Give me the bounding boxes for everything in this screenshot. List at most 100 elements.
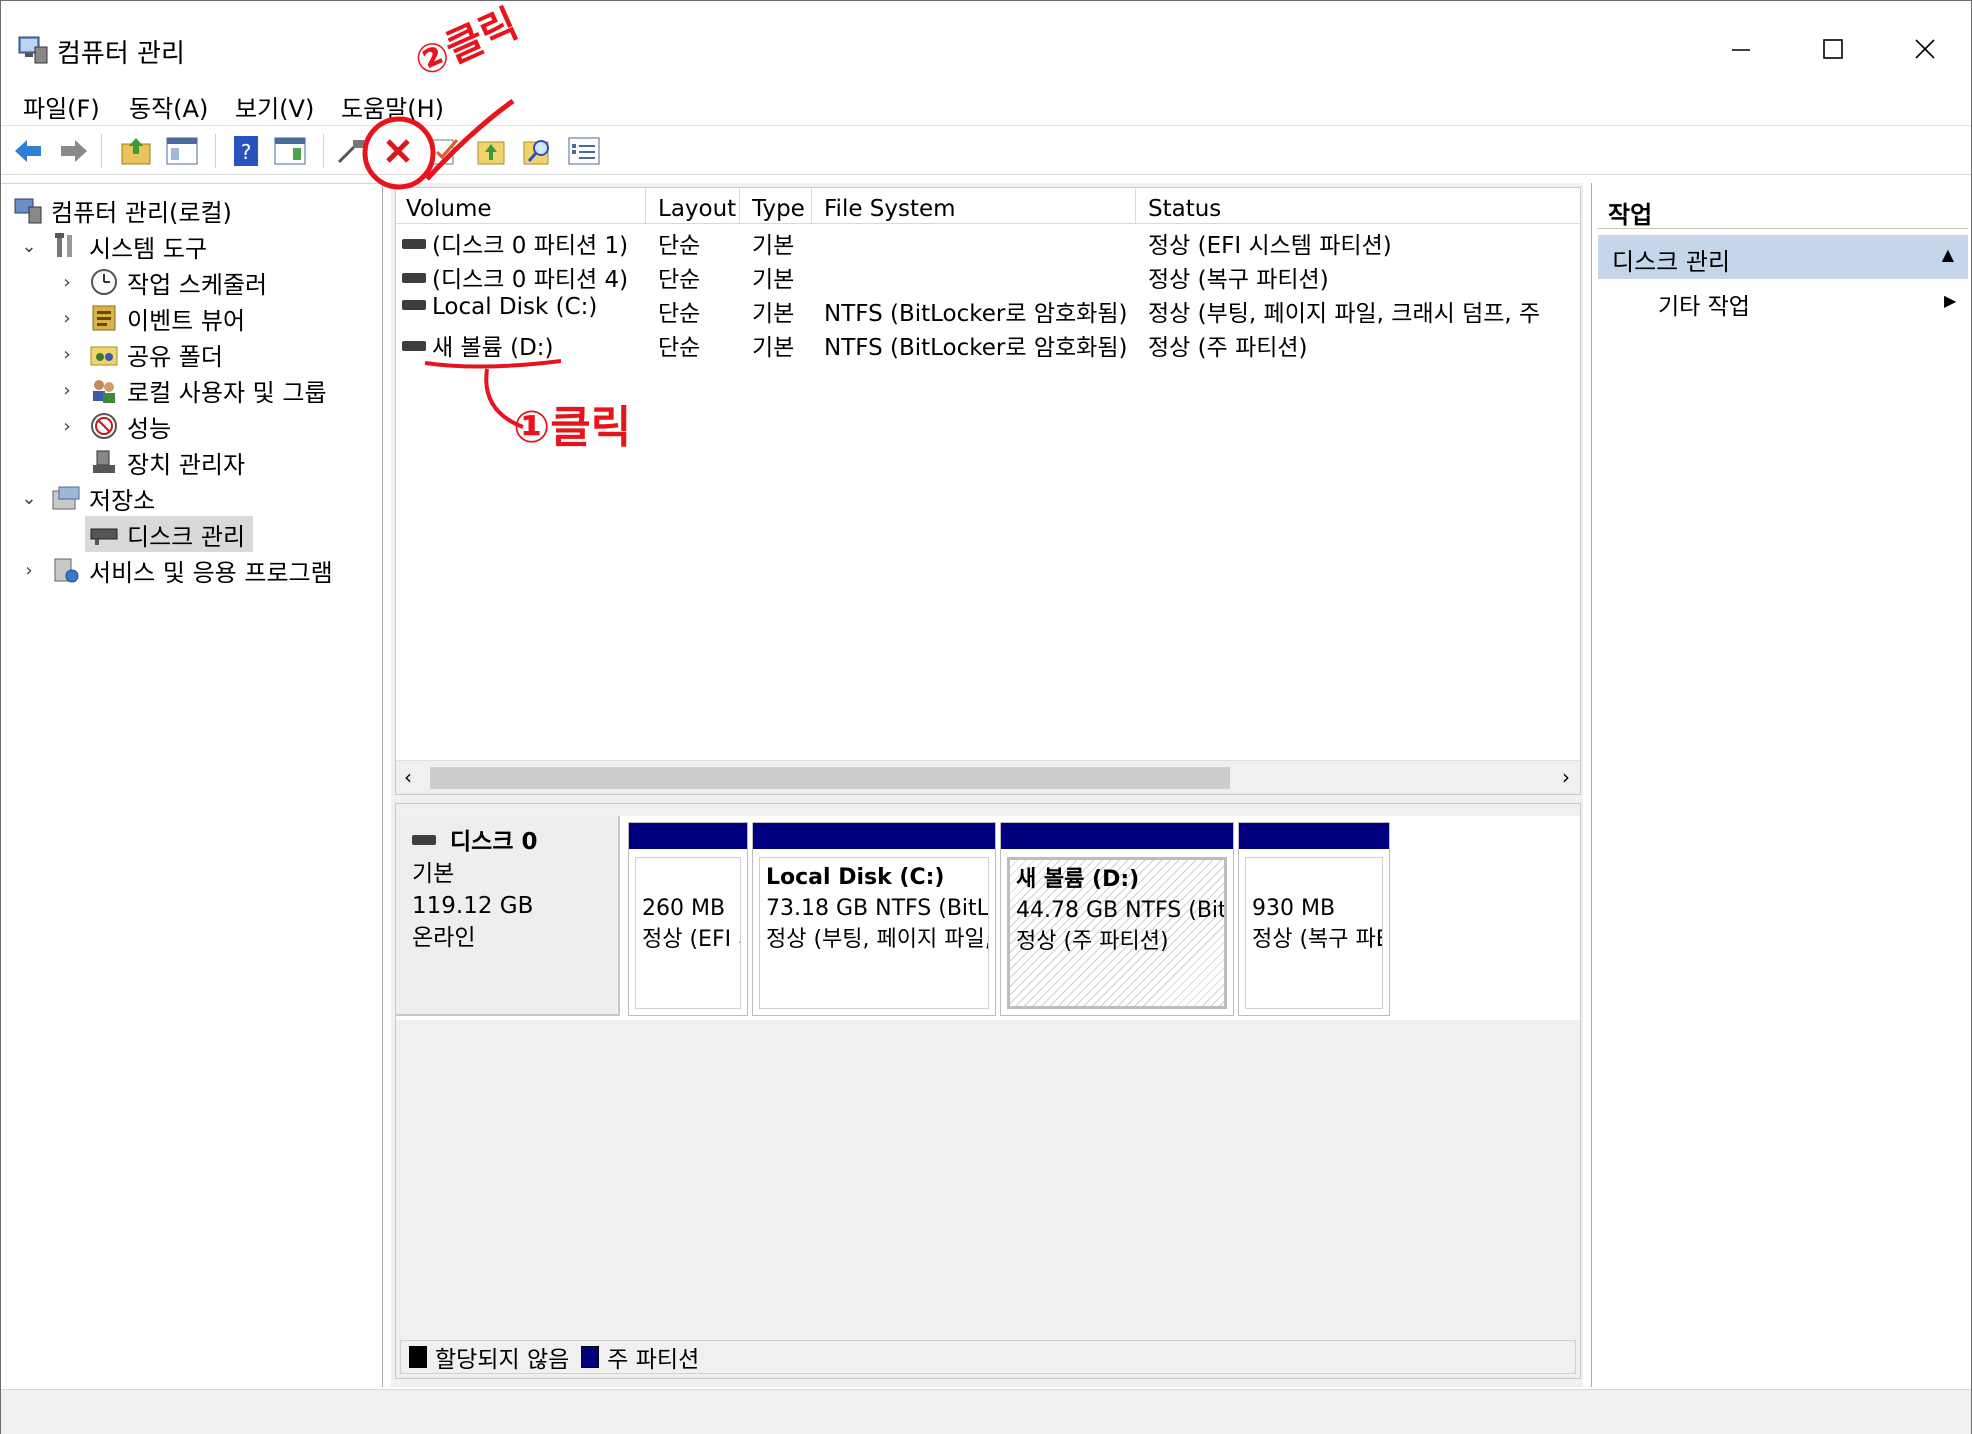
tree-node-shared-folders[interactable]: 공유 폴더 (89, 336, 223, 372)
menu-file[interactable]: 파일(F) (19, 87, 104, 126)
drive-icon (402, 238, 426, 249)
expand-chevron-icon[interactable]: › (57, 344, 77, 365)
tree-label-system-tools: 시스템 도구 (89, 234, 208, 263)
search-icon[interactable] (521, 134, 555, 168)
properties-icon[interactable] (427, 134, 461, 168)
partition-color-bar (1239, 823, 1389, 849)
back-arrow-icon[interactable] (11, 134, 45, 168)
expand-chevron-icon[interactable]: › (57, 380, 77, 401)
column-header-layout[interactable]: Layout (648, 188, 740, 224)
volume-list: Volume Layout Type File System Status (디… (395, 187, 1581, 795)
title-bar: 컴퓨터 관리 (1, 19, 1971, 79)
tree-label-shared-folders: 공유 폴더 (127, 342, 223, 371)
volume-row-selected[interactable]: 새 볼륨 (D:) 단순 기본 NTFS (BitLocker로 암호화됨) 정… (396, 326, 1580, 361)
tree-node-root[interactable]: 컴퓨터 관리(로컬) (13, 192, 232, 228)
maximize-button[interactable] (1787, 19, 1879, 79)
partition-status: 정상 (복구 파E (1252, 927, 1383, 952)
forward-arrow-icon[interactable] (57, 134, 91, 168)
collapse-up-icon[interactable]: ▲ (1942, 245, 1954, 264)
disk-state: 온라인 (412, 925, 476, 951)
storage-icon (52, 486, 80, 510)
help-icon[interactable]: ? (229, 134, 263, 168)
action-pane-title: 작업 (1598, 189, 1968, 229)
tree-node-system-tools[interactable]: 시스템 도구 (51, 228, 207, 264)
tree-label-disk-management: 디스크 관리 (127, 522, 246, 551)
column-header-status[interactable]: Status (1138, 188, 1582, 224)
action-group-disk-management[interactable]: 디스크 관리 ▲ (1598, 235, 1968, 279)
volume-row[interactable]: (디스크 0 파티션 1) 단순 기본 정상 (EFI 시스템 파티션) (396, 224, 1580, 259)
close-button[interactable] (1879, 19, 1971, 79)
action-group-label: 디스크 관리 (1612, 248, 1731, 276)
partition-title (1252, 862, 1376, 893)
computer-management-icon (18, 36, 48, 64)
partition-title: Local Disk (C:) (766, 865, 945, 890)
partition-status: 정상 (부팅, 페이지 파일, 크 (766, 927, 989, 952)
expand-chevron-icon[interactable]: › (57, 416, 77, 437)
connect-icon[interactable] (335, 134, 369, 168)
legend: 할당되지 않음 주 파티션 (400, 1340, 1576, 1374)
users-icon (93, 380, 115, 403)
volume-row[interactable]: Local Disk (C:) 단순 기본 NTFS (BitLocker로 암… (396, 292, 1580, 327)
partition-size: 73.18 GB NTFS (BitLocker로 (766, 896, 989, 921)
volume-status: 정상 (복구 파티션) (1148, 267, 1329, 293)
tree-node-storage[interactable]: 저장소 (51, 480, 155, 516)
minimize-button[interactable] (1695, 19, 1787, 79)
column-header-type[interactable]: Type (742, 188, 812, 224)
tools-icon (55, 233, 72, 257)
volume-status: 정상 (주 파티션) (1148, 335, 1308, 361)
volume-layout: 단순 (658, 233, 701, 259)
tree-node-task-scheduler[interactable]: 작업 스케줄러 (89, 264, 267, 300)
tree-node-event-viewer[interactable]: 이벤트 뷰어 (89, 300, 245, 336)
volume-name: (디스크 0 파티션 4) (432, 267, 629, 293)
collapse-chevron-icon[interactable]: ⌄ (19, 488, 39, 509)
annotation-step-1: ①클릭 (513, 402, 632, 453)
partition-efi[interactable]: 260 MB 정상 (EFI 시 (628, 822, 748, 1016)
volume-layout: 단순 (658, 267, 701, 293)
event-viewer-icon (92, 305, 116, 331)
toolbar-separator (101, 134, 102, 168)
show-hide-console-tree-icon[interactable] (165, 134, 199, 168)
show-hide-action-pane-icon[interactable] (273, 134, 307, 168)
tree-label-storage: 저장소 (89, 486, 156, 515)
drive-icon (402, 272, 426, 283)
partition-title (642, 862, 734, 893)
disk-size: 119.12 GB (412, 893, 534, 919)
volume-type: 기본 (752, 233, 795, 259)
tree-node-device-manager[interactable]: 장치 관리자 (89, 444, 245, 480)
legend-primary-swatch (581, 1346, 600, 1368)
menu-view[interactable]: 보기(V) (231, 87, 318, 126)
tree-node-local-users[interactable]: 로컬 사용자 및 그룹 (89, 372, 327, 408)
expand-chevron-icon[interactable]: › (57, 308, 77, 329)
horizontal-scrollbar[interactable]: ‹ › (396, 760, 1580, 794)
collapse-chevron-icon[interactable]: ⌄ (19, 236, 39, 257)
menu-help[interactable]: 도움말(H) (337, 87, 448, 126)
action-more[interactable]: 기타 작업 (1658, 287, 1750, 321)
tree-node-disk-management[interactable]: 디스크 관리 (85, 516, 254, 552)
volume-name: (디스크 0 파티션 1) (432, 233, 629, 259)
expand-chevron-icon[interactable]: › (19, 560, 39, 581)
tree-node-performance[interactable]: 성능 (89, 408, 171, 444)
scroll-right-icon[interactable]: › (1562, 765, 1570, 789)
menu-action[interactable]: 동작(A) (125, 87, 212, 126)
scrollbar-thumb[interactable] (430, 767, 1230, 789)
volume-fs: NTFS (BitLocker로 암호화됨) (824, 335, 1128, 361)
volume-type: 기본 (752, 267, 795, 293)
delete-icon[interactable] (381, 134, 415, 168)
up-folder-icon[interactable] (119, 134, 153, 168)
volume-name: 새 볼륨 (D:) (432, 335, 554, 361)
column-header-volume[interactable]: Volume (396, 188, 646, 224)
import-icon[interactable] (475, 134, 509, 168)
drive-icon (402, 299, 426, 310)
partition-status: 정상 (EFI 시 (642, 927, 740, 952)
computer-management-icon (14, 198, 42, 224)
partition-recovery[interactable]: 930 MB 정상 (복구 파E (1238, 822, 1390, 1016)
volume-row[interactable]: (디스크 0 파티션 4) 단순 기본 정상 (복구 파티션) (396, 258, 1580, 293)
scroll-left-icon[interactable]: ‹ (404, 765, 412, 789)
disk-info[interactable]: 디스크 0 기본 119.12 GB 온라인 (396, 816, 620, 1016)
list-icon[interactable] (567, 134, 601, 168)
expand-chevron-icon[interactable]: › (57, 272, 77, 293)
partition-c[interactable]: Local Disk (C:) 73.18 GB NTFS (BitLocker… (752, 822, 996, 1016)
tree-node-services-apps[interactable]: 서비스 및 응용 프로그램 (51, 552, 333, 588)
column-header-file-system[interactable]: File System (814, 188, 1136, 224)
partition-d-selected[interactable]: 새 볼륨 (D:) 44.78 GB NTFS (BitLocker 정상 (주… (1000, 822, 1234, 1016)
